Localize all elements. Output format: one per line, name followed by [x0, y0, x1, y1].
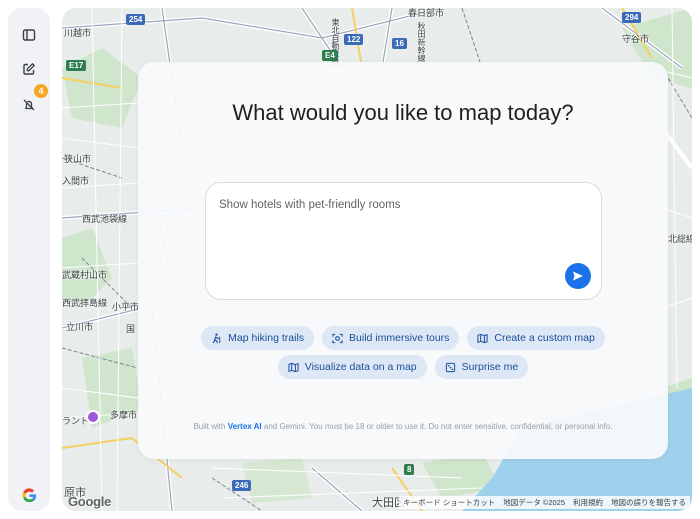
route-shield: 122	[344, 34, 364, 45]
report-error-link[interactable]: 地図の誤りを報告する	[611, 497, 686, 508]
chip-visualize-data[interactable]: Visualize data on a map	[277, 355, 427, 379]
disclaimer-prefix: Built with	[193, 422, 226, 431]
map-label-moriya: 守谷市	[622, 34, 650, 44]
bell-off-icon	[23, 99, 35, 111]
tour-icon	[332, 333, 343, 343]
chip-label: Visualize data on a map	[304, 361, 417, 373]
keyboard-shortcuts-link[interactable]: キーボード ショートカット	[403, 497, 495, 508]
route-shield: E4	[322, 50, 338, 61]
map-label-seibutamako: 西武拝島線	[62, 298, 108, 308]
map-label-iruma: 入間市	[62, 176, 90, 186]
chip-surprise-me[interactable]: Surprise me	[434, 355, 529, 379]
google-g-icon	[21, 487, 36, 502]
map-label-musashi: 武蔵村山市	[62, 270, 108, 280]
suggestion-chips-row-2: Visualize data on a map Surprise me	[138, 355, 668, 379]
map-label-kasukabe: 春日部市	[408, 8, 445, 18]
sidebar-toggle-button[interactable]	[16, 22, 42, 48]
place-pin-icon[interactable]	[86, 410, 100, 424]
route-shield: E17	[66, 60, 87, 71]
chip-label: Create a custom map	[494, 332, 595, 344]
google-logo: Google	[68, 494, 111, 509]
map-label-akita: 秋田新幹線	[417, 22, 426, 62]
chip-build-immersive-tours[interactable]: Build immersive tours	[322, 326, 460, 350]
google-account-button[interactable]	[16, 482, 42, 508]
map-label-kitasoma: 北総線	[668, 234, 692, 244]
map-icon	[477, 333, 489, 343]
sidebar-toggle-icon	[22, 29, 36, 41]
chip-map-hiking-trails[interactable]: Map hiking trails	[201, 326, 315, 350]
suggestion-chips-row-1: Map hiking trails Build immersive tours …	[138, 326, 668, 350]
chip-create-custom-map[interactable]: Create a custom map	[467, 326, 605, 350]
page-title: What would you like to map today?	[232, 100, 574, 125]
map-label-tama: 多摩市	[110, 410, 138, 420]
map-data-attribution: 地図データ ©2025	[503, 498, 565, 507]
prompt-input[interactable]: Show hotels with pet-friendly rooms	[205, 182, 602, 300]
map-label-kawagoe: 川越市	[64, 28, 92, 38]
route-shield: 294	[622, 12, 642, 23]
chip-label: Surprise me	[461, 361, 519, 373]
new-chat-button[interactable]	[16, 56, 42, 82]
map-label-kotohira: 国	[126, 324, 136, 334]
send-icon	[573, 271, 583, 281]
disclaimer: Built with Vertex AI and Gemini. You mus…	[138, 422, 668, 431]
prompt-panel: What would you like to map today? Show h…	[138, 62, 668, 459]
notifications-button[interactable]: 4	[16, 84, 48, 118]
chip-label: Map hiking trails	[228, 332, 305, 344]
route-shield: 16	[392, 38, 407, 49]
edit-icon	[23, 62, 36, 75]
dice-icon	[445, 362, 455, 372]
map-label-land: ランド	[62, 416, 90, 426]
route-shield: 8	[404, 464, 415, 475]
prompt-placeholder: Show hotels with pet-friendly rooms	[219, 199, 401, 211]
terms-link[interactable]: 利用規約	[573, 497, 603, 508]
map-icon	[288, 362, 299, 372]
notification-count-badge: 4	[34, 84, 48, 98]
route-shield: 246	[232, 480, 252, 491]
chip-label: Build immersive tours	[349, 332, 450, 344]
map-label-nishibu: 西武池袋線	[82, 214, 128, 224]
route-shield: 254	[126, 14, 146, 25]
disclaimer-text: and Gemini. You must be 18 or older to u…	[263, 422, 613, 431]
hiking-icon	[212, 332, 221, 343]
send-button[interactable]	[565, 263, 591, 289]
vertex-ai-link[interactable]: Vertex AI	[228, 422, 262, 431]
map-footer: キーボード ショートカット 地図データ ©2025 利用規約 地図の誤りを報告す…	[399, 496, 690, 509]
sidebar: 4	[8, 8, 50, 511]
map-label-tachikawa: 立川市	[66, 322, 94, 332]
map-label-sayama: 狭山市	[64, 154, 92, 164]
map-label-kodaira: 小平市	[112, 302, 140, 312]
